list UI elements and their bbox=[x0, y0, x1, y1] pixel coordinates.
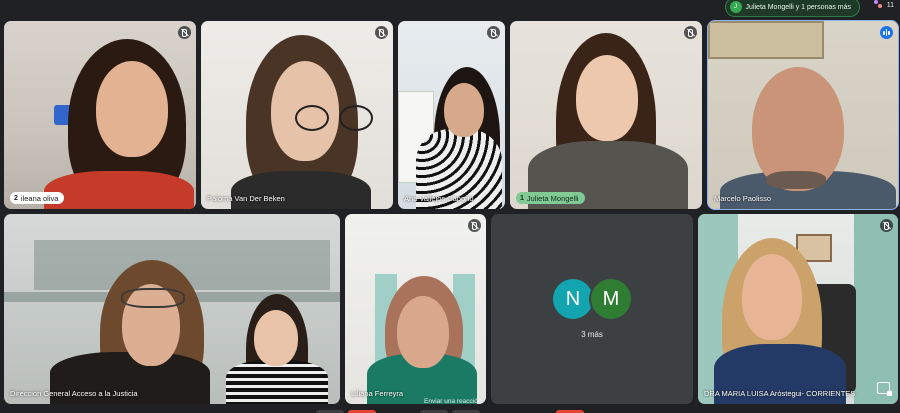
mic-off-icon bbox=[684, 26, 697, 39]
people-icon bbox=[873, 0, 883, 10]
participant-tile-marcelo[interactable]: Marcelo Paolisso bbox=[707, 20, 899, 210]
participant-name: Ana Vallejos Caporio bbox=[404, 194, 474, 203]
participant-name-pill: 1 Julieta Mongelli bbox=[516, 192, 585, 204]
activity-indicator[interactable]: J Julieta Mongelli y 1 personas más bbox=[724, 0, 860, 17]
participant-name: Marcelo Paolisso bbox=[714, 194, 772, 203]
top-bar: J Julieta Mongelli y 1 personas más 11 bbox=[0, 0, 900, 17]
participant-tile-direccion-general[interactable]: Direccion General Acceso a la Justicia bbox=[4, 214, 340, 404]
participant-tile-ileana-oliva[interactable]: 2 ileana oliva bbox=[4, 21, 196, 209]
pin-icon[interactable] bbox=[877, 382, 892, 396]
participant-name: Direccion General Acceso a la Justicia bbox=[10, 389, 138, 398]
participant-count: 11 bbox=[886, 1, 894, 9]
activity-text: Julieta Mongelli y 1 personas más bbox=[745, 3, 851, 11]
bottom-control-bar bbox=[0, 409, 900, 413]
participant-name-pill: 2 ileana oliva bbox=[10, 192, 65, 204]
participant-name: ileana oliva bbox=[20, 193, 59, 203]
mic-off-icon bbox=[375, 26, 388, 39]
participant-name: Paloma Van Der Beken bbox=[207, 194, 285, 203]
participant-tile-maria-luisa[interactable]: DRA MARIA LUISA Aróstegui- CORRIENTES bbox=[698, 214, 898, 404]
mic-off-icon bbox=[178, 26, 191, 39]
avatar-n: N bbox=[553, 279, 593, 319]
participant-name: Liliana Ferreyra bbox=[351, 389, 404, 398]
avatar-m: M bbox=[591, 279, 631, 319]
mic-off-icon bbox=[468, 219, 481, 232]
participant-tile-liliana[interactable]: Liliana Ferreyra bbox=[345, 214, 486, 404]
more-participants-label: 3 más bbox=[581, 330, 603, 339]
participant-tile-julieta[interactable]: 1 Julieta Mongelli bbox=[510, 21, 702, 209]
mic-off-icon bbox=[487, 26, 500, 39]
participant-name: Julieta Mongelli bbox=[526, 193, 579, 203]
participant-tile-more[interactable]: N M 3 más bbox=[491, 214, 693, 404]
participant-tile-paloma[interactable]: Paloma Van Der Beken bbox=[201, 21, 393, 209]
participant-tile-ana[interactable]: Ana Vallejos Caporio bbox=[398, 21, 505, 209]
participants-button[interactable]: 11 bbox=[873, 0, 894, 10]
hand-raise-order: 1 bbox=[520, 194, 524, 202]
mic-off-icon bbox=[880, 219, 893, 232]
participant-name: DRA MARIA LUISA Aróstegui- CORRIENTES bbox=[704, 389, 856, 398]
hand-raise-order: 2 bbox=[14, 194, 18, 202]
activity-avatar: J bbox=[729, 1, 742, 13]
audio-level-icon bbox=[880, 26, 893, 39]
reaction-tooltip: Enviar una reacción bbox=[424, 398, 482, 405]
